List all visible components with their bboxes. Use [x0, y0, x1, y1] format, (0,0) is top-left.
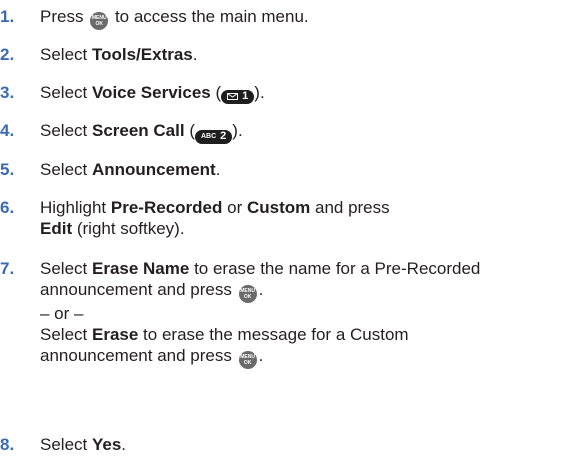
option-name: Yes	[91, 435, 122, 454]
option-name: Erase	[91, 325, 139, 344]
step-number: 7.	[0, 259, 15, 278]
step-number: 2.	[0, 45, 15, 64]
envelope-icon	[227, 93, 239, 100]
step-number: 1.	[0, 7, 15, 26]
menu-item-name: Screen Call	[91, 121, 185, 140]
menu-ok-key-icon: MENU OK	[238, 285, 257, 303]
step-number: 4.	[0, 121, 15, 140]
or-separator: – or –	[40, 304, 84, 323]
menu-ok-key-icon: MENU OK	[238, 351, 257, 369]
step-text: Select Tools/Extras.	[40, 45, 198, 64]
option-name: Custom	[246, 198, 311, 217]
step-text: Select Voice Services (1).	[40, 83, 265, 104]
step-text: Press MENU OK to access the main menu.	[40, 6, 560, 30]
step-text: Highlight Pre-Recorded or Custom and pre…	[40, 198, 390, 238]
key-2-icon: ABC 2	[195, 129, 233, 144]
step-text: Select Announcement.	[40, 160, 221, 179]
menu-item-name: Tools/Extras	[91, 45, 193, 64]
menu-ok-key-icon: MENU OK	[90, 12, 109, 30]
step-text: Select Erase Name to erase the name for …	[40, 258, 560, 369]
option-name: Pre-Recorded	[110, 198, 223, 217]
step-text-post: to access the main menu.	[114, 7, 309, 26]
step-text: Select Screen Call (ABC 2).	[40, 121, 243, 144]
option-name: Erase Name	[91, 259, 190, 278]
step-text-pre: Press	[40, 7, 84, 26]
step-text: Select Yes.	[40, 435, 127, 454]
step-number: 3.	[0, 83, 15, 102]
step-number: 6.	[0, 198, 15, 217]
menu-item-name: Voice Services	[91, 83, 211, 102]
key-1-icon: 1	[221, 89, 255, 104]
softkey-name: Edit	[40, 219, 73, 238]
step-number: 8.	[0, 435, 15, 454]
step-number: 5.	[0, 160, 15, 179]
menu-item-name: Announcement	[91, 160, 216, 179]
